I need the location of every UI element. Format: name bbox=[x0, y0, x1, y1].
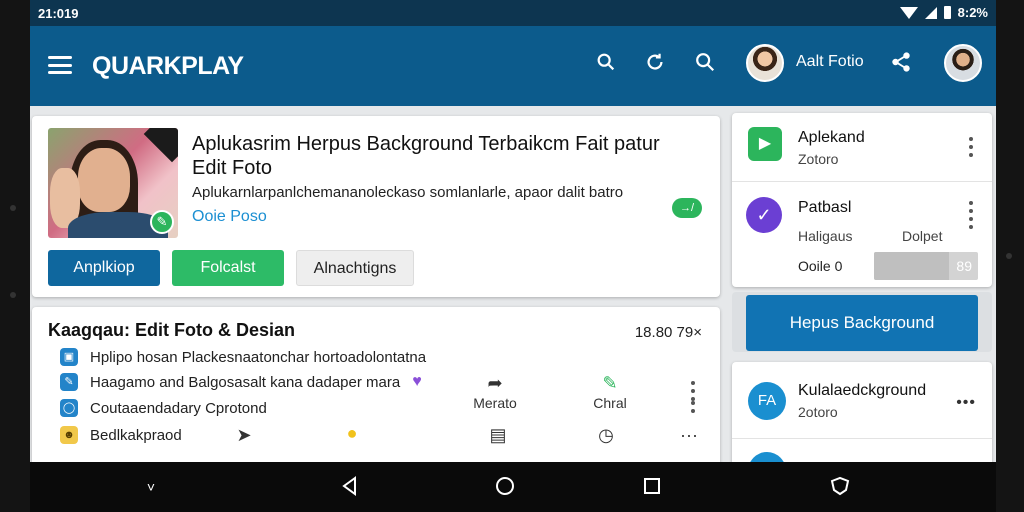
app-bar: QUARKPLAY Aalt Fotio bbox=[30, 26, 996, 106]
bell-icon[interactable]: ● bbox=[340, 423, 364, 445]
forward-icon: ➦ bbox=[487, 373, 503, 393]
chevron-down-icon[interactable]: ˅ bbox=[138, 474, 164, 500]
list-item-label: Bedlkakpraod bbox=[90, 426, 182, 444]
chral-action[interactable]: ✎ Chral bbox=[588, 373, 632, 411]
more-icon[interactable] bbox=[968, 137, 974, 157]
recents-icon[interactable] bbox=[640, 474, 666, 500]
featured-thumbnail[interactable]: ✎ bbox=[48, 128, 178, 238]
side-item-subtitle: Zotoro bbox=[798, 151, 839, 167]
featured-title: Aplukasrim Herpus Background Terbaikcm F… bbox=[192, 133, 660, 179]
side-item-title: Aplekand bbox=[798, 129, 865, 146]
side-item-right-label: Dolpet bbox=[902, 228, 943, 244]
more-icon[interactable] bbox=[968, 201, 974, 229]
more-icon[interactable] bbox=[690, 381, 696, 401]
check-icon: ✓ bbox=[746, 197, 782, 233]
side-app-card: ▶ Aplekand Zotoro ✓ Patbasl Haligaus Dol… bbox=[732, 113, 992, 287]
assist-icon[interactable] bbox=[828, 474, 854, 500]
avatar[interactable] bbox=[746, 44, 784, 82]
tablet-device: 21:019 8:2% QUARKPLAY Aalt Fotio ✎ Apluk… bbox=[0, 0, 1024, 512]
progress-value: 89 bbox=[956, 258, 972, 274]
divider bbox=[732, 181, 992, 182]
side-item-title: Patbasl bbox=[798, 199, 852, 216]
refresh-icon[interactable] bbox=[642, 51, 668, 77]
search-alt-icon[interactable] bbox=[593, 51, 619, 77]
more-icon[interactable] bbox=[690, 401, 696, 413]
featured-app-card: ✎ Aplukasrim Herpus Background Terbaikcm… bbox=[32, 116, 720, 297]
search-icon[interactable] bbox=[692, 51, 718, 77]
edit-badge-icon: ✎ bbox=[150, 210, 174, 234]
doc-icon: ▣ bbox=[60, 348, 78, 366]
progress-fill bbox=[874, 252, 949, 280]
list-item[interactable]: ✎ Haagamo and Balgosasalt kana dadaper m… bbox=[60, 370, 422, 394]
wifi-icon bbox=[899, 6, 918, 19]
tertiary-button[interactable]: Alnachtigns bbox=[296, 250, 414, 286]
progress-bar: 89 bbox=[874, 252, 978, 280]
featured-pill[interactable]: →/ bbox=[672, 198, 702, 218]
mini-action-label: Chral bbox=[593, 395, 627, 411]
share-icon[interactable] bbox=[888, 51, 914, 77]
user-icon: ☻ bbox=[60, 426, 78, 444]
side-sensor bbox=[10, 292, 16, 298]
battery-level: 8:2% bbox=[957, 5, 988, 20]
secondary-button[interactable]: Folcalst bbox=[172, 250, 284, 286]
featured-link[interactable]: Ooie Poso bbox=[192, 208, 267, 226]
profile-avatar[interactable] bbox=[944, 44, 982, 82]
list-meta: 18.80 79× bbox=[634, 324, 702, 341]
tool-icon: ✎ bbox=[60, 373, 78, 391]
side-item-subtitle: 2otoro bbox=[798, 404, 838, 420]
clock-icon[interactable]: ◷ bbox=[594, 425, 618, 447]
send-icon[interactable]: ➤ bbox=[232, 425, 256, 447]
more-horizontal-icon[interactable]: ··· bbox=[674, 425, 704, 447]
app-logo-icon: FA bbox=[748, 382, 786, 420]
battery-icon bbox=[943, 6, 951, 19]
side-app-card-2: FA Kulalaedckground 2otoro ••• bbox=[732, 362, 992, 462]
side-item-left-label: Haligaus bbox=[798, 228, 853, 244]
status-time: 21:019 bbox=[38, 6, 79, 21]
window-icon[interactable]: ▤ bbox=[486, 425, 510, 447]
side-sensor bbox=[10, 205, 16, 211]
remove-background-button[interactable]: Hepus Background bbox=[746, 295, 978, 351]
cta-container: Hepus Background bbox=[732, 292, 992, 352]
heart-icon[interactable]: ♥ bbox=[412, 373, 422, 391]
app-logo-icon bbox=[748, 452, 786, 462]
merato-action[interactable]: ➦ Merato bbox=[470, 373, 520, 411]
back-icon[interactable] bbox=[338, 474, 364, 500]
status-bar: 21:019 8:2% bbox=[30, 0, 996, 26]
play-store-icon: ▶ bbox=[748, 127, 782, 161]
shield-icon: ◯ bbox=[60, 399, 78, 417]
list-item[interactable]: ▣ Hplipo hosan Plackesnaatonchar hortoad… bbox=[60, 345, 426, 369]
list-item-label: Hplipo hosan Plackesnaatonchar hortoadol… bbox=[90, 348, 427, 366]
mini-action-label: Merato bbox=[473, 395, 517, 411]
more-horizontal-icon[interactable]: ••• bbox=[956, 394, 976, 412]
screen: 21:019 8:2% QUARKPLAY Aalt Fotio ✎ Apluk… bbox=[30, 0, 996, 462]
list-item[interactable]: ◯ Coutaaendadary Cprotond bbox=[60, 396, 267, 420]
list-item-label: Haagamo and Balgosasalt kana dadaper mar… bbox=[90, 373, 401, 391]
featured-description: Aplukarnlarpanlchemananoleckaso somlanla… bbox=[192, 184, 624, 201]
primary-button[interactable]: Anplkiop bbox=[48, 250, 160, 286]
navigation-bar: ˅ bbox=[30, 462, 996, 512]
edit-icon: ✎ bbox=[602, 373, 618, 393]
list-item-label: Coutaaendadary Cprotond bbox=[90, 399, 267, 417]
app-list-card: Kaagqau: Edit Foto & Desian 18.80 79× ▣ … bbox=[32, 307, 720, 462]
side-sensor bbox=[1006, 253, 1012, 259]
app-title: QUARKPLAY bbox=[92, 52, 244, 80]
list-title: Kaagqau: Edit Foto & Desian bbox=[48, 320, 296, 340]
home-icon[interactable] bbox=[493, 474, 519, 500]
signal-icon bbox=[924, 6, 937, 19]
divider bbox=[732, 438, 992, 439]
side-item-sub-label: Ooile 0 bbox=[798, 258, 843, 274]
status-indicators: 8:2% bbox=[899, 5, 988, 20]
list-item[interactable]: ☻ Bedlkakpraod bbox=[60, 423, 182, 447]
side-item-title: Kulalaedckground bbox=[798, 382, 927, 399]
user-name[interactable]: Aalt Fotio bbox=[796, 53, 864, 71]
menu-icon[interactable] bbox=[48, 56, 72, 74]
